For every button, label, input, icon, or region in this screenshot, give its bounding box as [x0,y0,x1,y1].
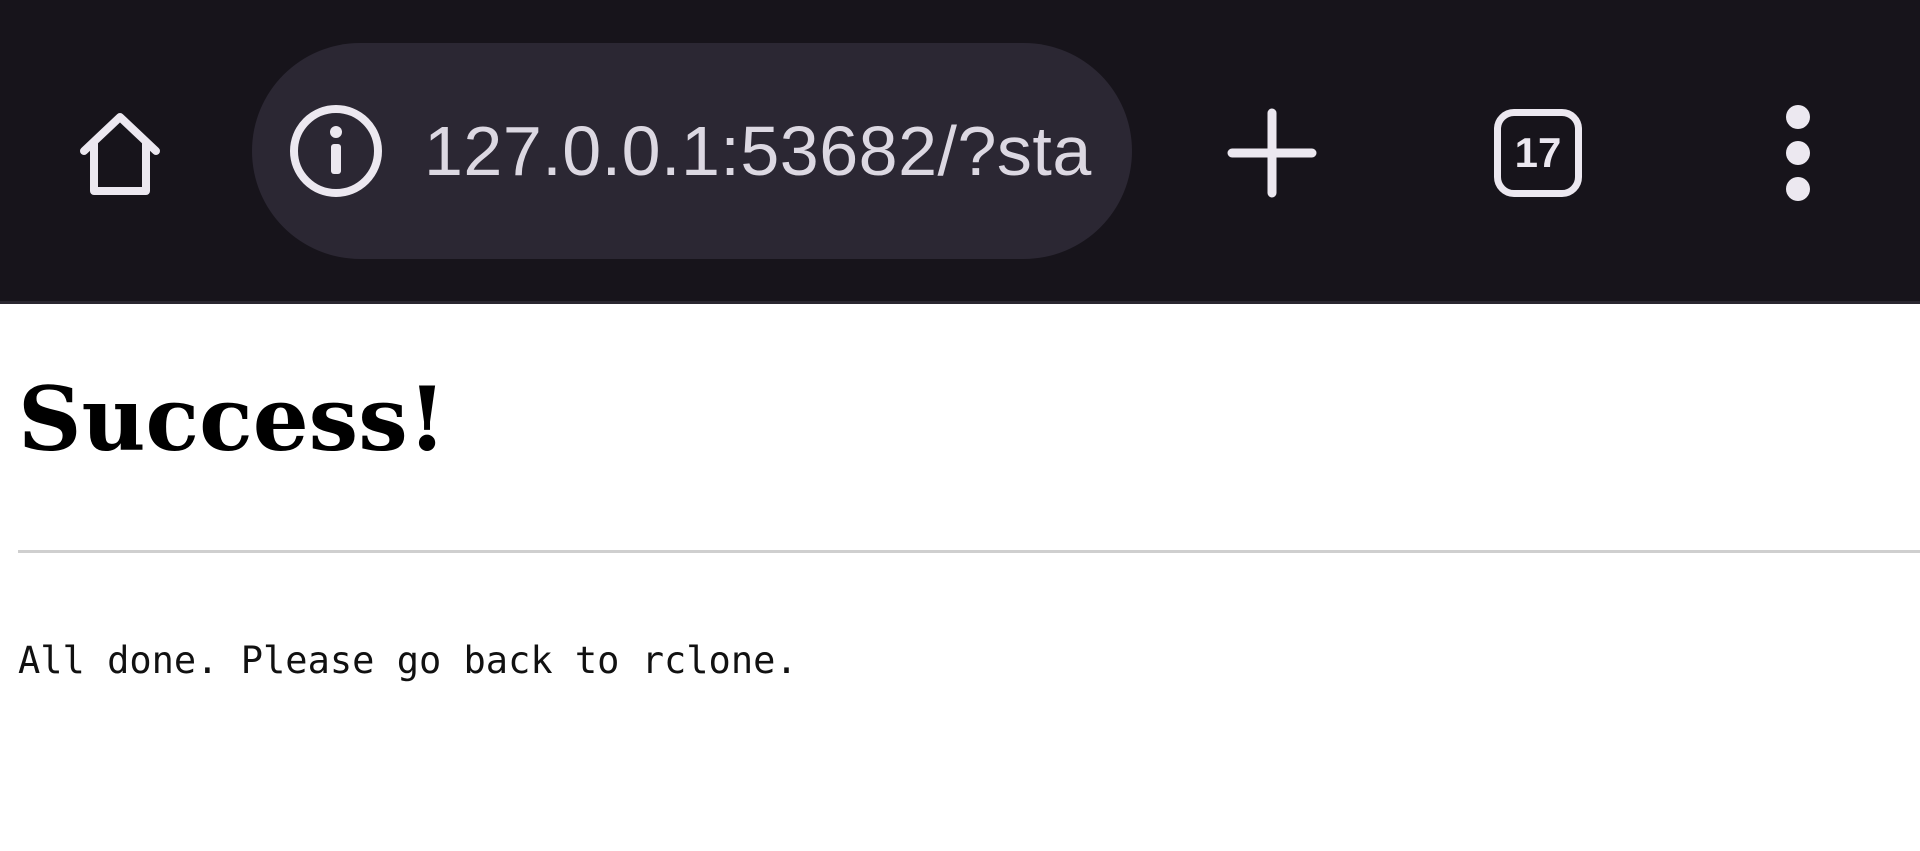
tab-count-badge: 17 [1494,109,1582,197]
home-button[interactable] [60,93,180,213]
page-title: Success! [18,367,447,471]
address-bar[interactable]: 127.0.0.1:53682/?state= [252,43,1132,259]
page-message: All done. Please go back to rclone. [18,639,798,682]
more-vert-icon [1786,105,1810,201]
url-text[interactable]: 127.0.0.1:53682/?state= [424,91,1092,211]
browser-toolbar: 127.0.0.1:53682/?state= 17 [0,0,1920,304]
menu-button[interactable] [1738,93,1858,213]
page-content: Success! All done. Please go back to rcl… [0,304,1920,851]
info-icon[interactable] [288,103,384,199]
home-icon [80,113,160,195]
new-tab-button[interactable] [1212,93,1332,213]
plus-icon [1227,108,1317,198]
tab-switcher-button[interactable]: 17 [1478,93,1598,213]
divider [18,550,1920,553]
